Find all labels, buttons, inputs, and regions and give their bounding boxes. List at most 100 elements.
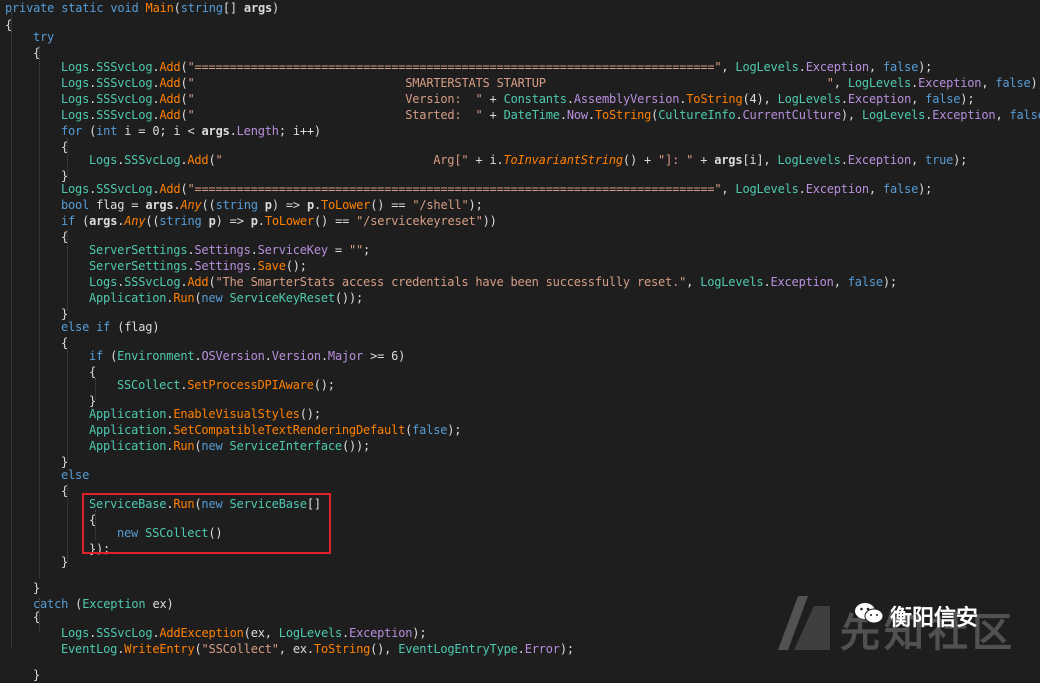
code-token: Run xyxy=(173,439,194,453)
code-token: " Arg[" xyxy=(215,153,468,167)
code-line: Logs.SSSvcLog.AddException(ex, LogLevels… xyxy=(61,625,426,641)
code-token: ServiceInterface xyxy=(230,439,342,453)
code-token: ( xyxy=(194,642,201,656)
code-token: . xyxy=(251,259,258,273)
code-token: Run xyxy=(173,291,194,305)
code-token: ); xyxy=(560,642,574,656)
code-token xyxy=(223,291,230,305)
code-line: if (Environment.OSVersion.Version.Major … xyxy=(89,348,405,364)
code-token: . xyxy=(251,243,258,257)
code-token: int xyxy=(96,124,117,138)
code-token: LogLevels xyxy=(735,60,798,74)
code-token: ) xyxy=(272,1,279,15)
code-token: ToLower xyxy=(321,198,370,212)
code-editor[interactable]: private static void Main(string[] args){… xyxy=(0,0,1040,664)
indent-guide xyxy=(39,46,40,578)
code-token: static xyxy=(61,1,103,15)
code-token: EnableVisualStyles xyxy=(173,407,299,421)
code-token: "]: " xyxy=(658,153,693,167)
code-token: . xyxy=(518,642,525,656)
code-token: . xyxy=(342,626,349,640)
code-line: Logs.SSSvcLog.Add("The SmarterStats acce… xyxy=(89,274,897,290)
code-line: ServerSettings.Settings.ServiceKey = ""; xyxy=(89,242,370,258)
code-token: , xyxy=(721,182,735,196)
watermark-author-text: 衡阳信安 xyxy=(890,600,978,632)
code-token: Error xyxy=(525,642,560,656)
code-token: SetCompatibleTextRenderingDefault xyxy=(173,423,405,437)
code-token: . xyxy=(735,108,742,122)
code-line: if (args.Any((string p) => p.ToLower() =… xyxy=(61,213,497,229)
code-token: SSSvcLog xyxy=(96,182,152,196)
code-token: flag = xyxy=(89,198,145,212)
code-token: , xyxy=(869,182,883,196)
code-token xyxy=(202,214,209,228)
code-token: ; i++) xyxy=(279,124,321,138)
code-token: Logs xyxy=(61,626,89,640)
code-token: false xyxy=(883,182,918,196)
code-token: LogLevels xyxy=(777,153,840,167)
code-token xyxy=(139,1,146,15)
code-token: Settings xyxy=(194,243,250,257)
code-token: Exception xyxy=(848,153,911,167)
code-token: Exception xyxy=(932,108,995,122)
code-token: , xyxy=(911,153,925,167)
code-token: Add xyxy=(187,153,208,167)
code-token: args xyxy=(89,214,117,228)
code-token: SSSvcLog xyxy=(96,626,152,640)
code-token: Settings xyxy=(194,259,250,273)
code-token: false xyxy=(848,275,883,289)
code-token: LogLevels xyxy=(700,275,763,289)
code-token: ToInvariantString xyxy=(504,153,623,167)
code-token: "SSCollect" xyxy=(202,642,279,656)
code-token: LogLevels xyxy=(778,92,841,106)
code-token: ); xyxy=(918,60,932,74)
code-token: i = 0; i < xyxy=(117,124,201,138)
code-token: Add xyxy=(159,60,180,74)
code-token: Exception xyxy=(848,92,911,106)
code-token: void xyxy=(110,1,138,15)
code-token: [i], xyxy=(742,153,777,167)
code-token: (ex, xyxy=(244,626,279,640)
code-token: ); xyxy=(1031,76,1040,90)
code-token: EventLogEntryType xyxy=(398,642,517,656)
code-token: ; xyxy=(363,243,370,257)
code-token: Save xyxy=(258,259,286,273)
code-token: LogLevels xyxy=(279,626,342,640)
indent-guide xyxy=(95,378,96,400)
code-token: . xyxy=(799,60,806,74)
code-token: p xyxy=(307,198,314,212)
code-token: AddException xyxy=(159,626,243,640)
code-token: ), xyxy=(841,108,862,122)
code-token: ); xyxy=(953,153,967,167)
code-token: " SMARTERSTATS STARTUP " xyxy=(187,76,833,90)
watermark: 先知社区 衡阳信安 xyxy=(766,580,1040,664)
code-token: Logs xyxy=(89,153,117,167)
code-token: SSSvcLog xyxy=(96,76,152,90)
code-line: SSCollect.SetProcessDPIAware(); xyxy=(117,377,335,393)
code-token: (); xyxy=(300,407,321,421)
code-token: Any xyxy=(124,214,145,228)
code-token: ); xyxy=(960,92,974,106)
code-line: private static void Main(string[] args) xyxy=(5,0,279,16)
code-token: false xyxy=(1010,108,1040,122)
code-token: ( xyxy=(103,349,117,363)
code-token: Logs xyxy=(89,275,117,289)
code-token: (4), xyxy=(742,92,777,106)
code-token: , xyxy=(981,76,995,90)
code-token: . xyxy=(567,92,574,106)
code-line: Logs.SSSvcLog.Add(" SMARTERSTATS STARTUP… xyxy=(61,75,1040,91)
code-token: Major xyxy=(328,349,363,363)
code-line: Application.Run(new ServiceKeyReset()); xyxy=(89,290,363,306)
code-token: " Version: " xyxy=(187,92,482,106)
code-token: CultureInfo xyxy=(658,108,735,122)
code-token: else if xyxy=(61,320,110,334)
code-token: (( xyxy=(202,198,216,212)
code-line: Logs.SSSvcLog.Add(" Started: " + DateTim… xyxy=(61,107,1040,123)
code-token: ( xyxy=(82,124,96,138)
highlight-box xyxy=(82,493,331,554)
code-token: + i. xyxy=(468,153,503,167)
code-token: ToString xyxy=(686,92,742,106)
code-token: false xyxy=(995,76,1030,90)
code-token: ( xyxy=(174,1,181,15)
code-line: for (int i = 0; i < args.Length; i++) xyxy=(61,123,321,139)
